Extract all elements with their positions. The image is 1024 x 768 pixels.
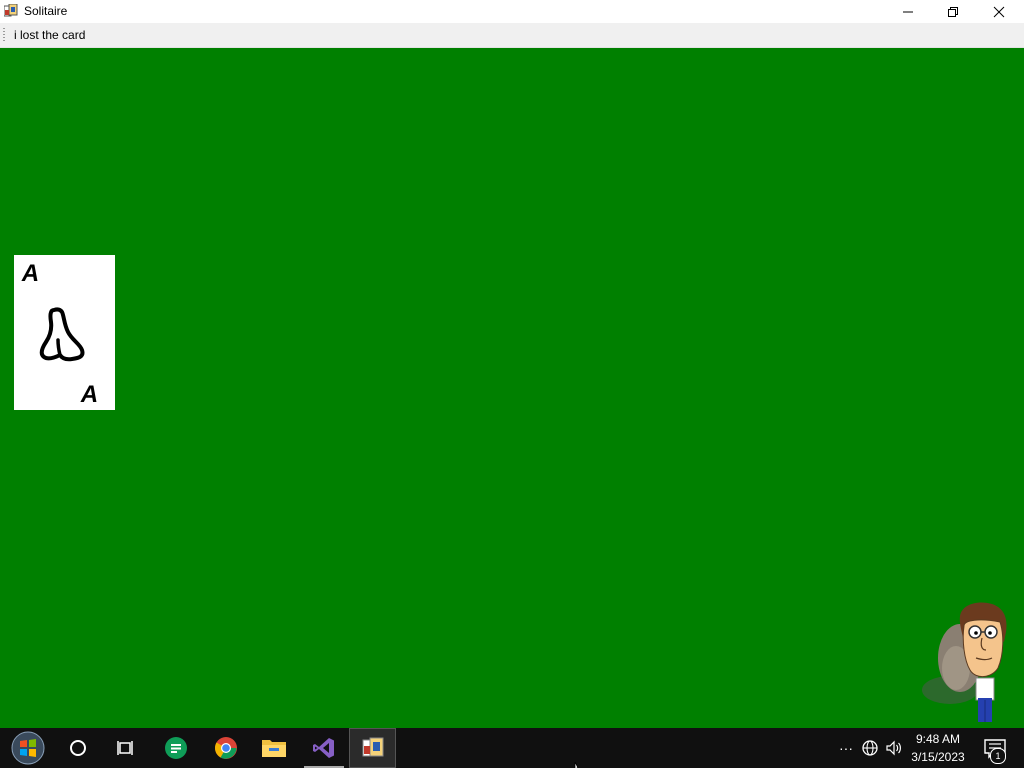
visual-studio-icon xyxy=(313,738,334,758)
search-button[interactable] xyxy=(54,728,102,768)
taskbar-app-visual-studio[interactable] xyxy=(300,728,348,768)
solitaire-app-icon xyxy=(4,4,18,17)
desktop: Solitaire i lost the card A A ··· 9:48 A… xyxy=(0,0,1024,768)
solitaire-app-icon xyxy=(362,737,383,757)
google-sheets-icon xyxy=(165,737,187,759)
taskbar-app-chrome[interactable] xyxy=(202,728,250,768)
taskbar-app-sheets[interactable] xyxy=(152,728,200,768)
taskbar-app-file-explorer[interactable] xyxy=(250,728,298,768)
start-icon xyxy=(11,731,45,765)
restore-button[interactable] xyxy=(930,0,976,23)
file-explorer-icon xyxy=(262,740,286,757)
minimize-icon xyxy=(903,11,913,12)
mouse-cursor-icon xyxy=(574,761,579,768)
menu-grip-icon xyxy=(3,28,5,42)
notification-count-badge: 1 xyxy=(990,748,1006,764)
start-button[interactable] xyxy=(4,728,52,768)
window-title-bar[interactable]: Solitaire xyxy=(0,0,1024,23)
cartoon-character-image xyxy=(922,602,1007,722)
task-view-button[interactable] xyxy=(102,728,150,768)
network-icon[interactable] xyxy=(860,738,880,758)
volume-icon[interactable] xyxy=(884,738,904,758)
close-button[interactable] xyxy=(976,0,1022,23)
menu-item-lost-card[interactable]: i lost the card xyxy=(14,28,85,42)
hand-drawn-suit-icon xyxy=(39,307,85,362)
chrome-icon xyxy=(215,737,237,759)
clock-time[interactable]: 9:48 AM xyxy=(908,732,968,746)
clock-date[interactable]: 3/15/2023 xyxy=(908,750,968,764)
close-icon xyxy=(993,6,1005,17)
task-view-icon xyxy=(117,741,133,755)
restore-icon xyxy=(948,6,958,17)
tray-overflow-button[interactable]: ··· xyxy=(836,733,856,763)
menu-strip: i lost the card xyxy=(0,23,1024,48)
taskbar-app-solitaire[interactable] xyxy=(349,728,396,768)
minimize-button[interactable] xyxy=(885,0,931,23)
search-icon xyxy=(70,740,86,756)
window-title: Solitaire xyxy=(24,4,68,18)
